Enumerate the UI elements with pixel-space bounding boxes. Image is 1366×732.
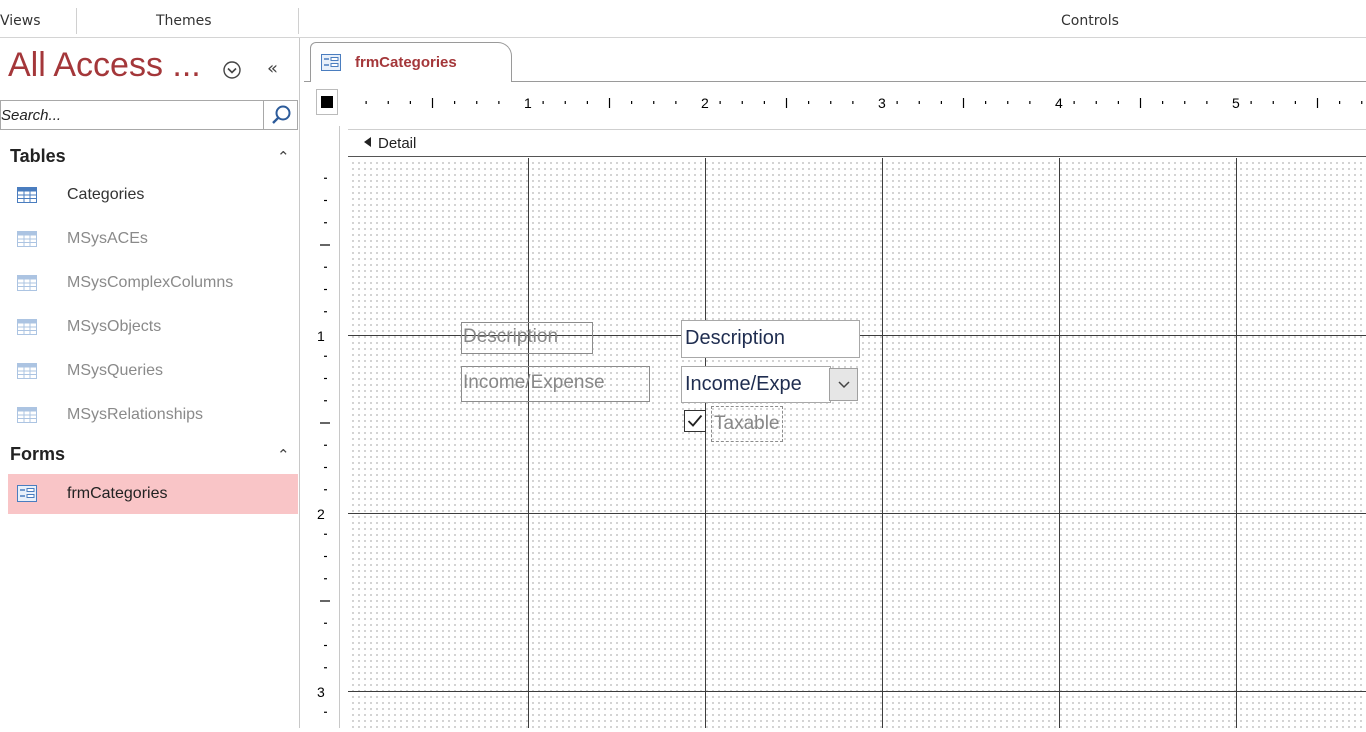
nav-item-msysobjects[interactable]: MSysObjects: [0, 308, 298, 346]
design-grid[interactable]: [348, 158, 1366, 728]
horizontal-ruler[interactable]: 1 2 3 4 5: [344, 90, 1366, 116]
navigation-pane: All Access ... « Tables ⌃ Categories M: [0, 38, 300, 728]
nav-item-msyscomplexcolumns[interactable]: MSysComplexColumns: [0, 264, 298, 302]
ruler-number: 3: [878, 95, 886, 111]
section-arrow-icon: [364, 137, 371, 147]
ribbon-group-views: Views: [0, 13, 41, 29]
section-collapse-chevron-icon[interactable]: ⌃: [277, 446, 290, 464]
document-tab-bar: frmCategories: [304, 38, 1366, 82]
ribbon-separator: [298, 8, 299, 34]
form-selector-square: [321, 96, 333, 108]
grid-line: [1236, 158, 1237, 728]
grid-line: [705, 158, 706, 728]
nav-search-box[interactable]: [0, 100, 264, 130]
nav-item-label: MSysComplexColumns: [67, 274, 234, 291]
ruler-number: 3: [317, 684, 325, 700]
ribbon-group-controls: Controls: [1061, 13, 1119, 29]
nav-item-label: MSysQueries: [67, 362, 164, 379]
nav-search-input[interactable]: [1, 101, 263, 129]
nav-item-categories[interactable]: Categories: [0, 176, 298, 214]
table-icon: [17, 187, 37, 203]
section-collapse-chevron-icon[interactable]: ⌃: [277, 148, 290, 166]
nav-section-tables[interactable]: Tables: [10, 146, 66, 167]
checkmark-icon: [687, 414, 703, 427]
grid-line: [348, 691, 1366, 692]
taxable-checkbox[interactable]: [684, 410, 706, 432]
table-icon: [17, 407, 37, 423]
nav-menu-dropdown-icon[interactable]: [222, 60, 242, 80]
income-expense-label-control[interactable]: Income/Expense: [461, 366, 650, 402]
grid-line: [882, 158, 883, 728]
ruler-number: 2: [317, 506, 325, 522]
ribbon-separator: [76, 8, 77, 34]
table-icon: [17, 275, 37, 291]
ruler-ticks: [365, 98, 1363, 108]
nav-item-msysrelationships[interactable]: MSysRelationships: [0, 396, 298, 434]
table-icon: [17, 319, 37, 335]
income-expense-combobox[interactable]: Income/Expe: [681, 366, 831, 403]
grid-line: [528, 158, 529, 728]
nav-item-label: Categories: [67, 186, 145, 203]
nav-item-label: frmCategories: [67, 485, 168, 502]
ruler-number: 2: [701, 95, 709, 111]
description-textbox[interactable]: Description: [681, 320, 860, 358]
combo-dropdown-button[interactable]: [829, 368, 858, 401]
form-selector[interactable]: [316, 89, 338, 115]
search-icon: [271, 105, 290, 124]
grid-line: [348, 513, 1366, 514]
table-icon: [17, 363, 37, 379]
ribbon-group-themes: Themes: [156, 13, 212, 29]
nav-item-frmcategories[interactable]: frmCategories: [8, 474, 298, 514]
ruler-number: 4: [1055, 95, 1063, 111]
chevron-down-icon: [837, 380, 850, 388]
tab-frmcategories[interactable]: frmCategories: [310, 42, 512, 82]
table-icon: [17, 231, 37, 247]
nav-item-msysaces[interactable]: MSysACEs: [0, 220, 298, 258]
detail-section-bar[interactable]: Detail: [348, 129, 1366, 157]
nav-section-forms[interactable]: Forms: [10, 444, 65, 465]
grid-line: [1059, 158, 1060, 728]
description-label-control[interactable]: Description: [461, 322, 593, 354]
vertical-ruler[interactable]: 1 2 3: [314, 126, 340, 728]
detail-section-label: Detail: [378, 135, 417, 152]
search-button[interactable]: [264, 100, 298, 130]
ruler-number: 1: [524, 95, 532, 111]
nav-item-label: MSysObjects: [67, 318, 162, 335]
nav-item-label: MSysRelationships: [67, 406, 204, 423]
ruler-number: 1: [317, 328, 325, 344]
nav-item-msysqueries[interactable]: MSysQueries: [0, 352, 298, 390]
tab-label: frmCategories: [355, 54, 457, 71]
nav-pane-title[interactable]: All Access ...: [8, 46, 201, 85]
form-icon: [321, 54, 341, 71]
taxable-label-control[interactable]: Taxable: [711, 406, 783, 442]
ribbon-group-labels: Views Themes Controls: [0, 0, 1366, 38]
collapse-pane-icon[interactable]: «: [267, 58, 278, 79]
nav-item-label: MSysACEs: [67, 230, 148, 247]
ruler-number: 5: [1232, 95, 1240, 111]
ruler-ticks: [320, 177, 330, 713]
form-icon: [17, 485, 37, 502]
